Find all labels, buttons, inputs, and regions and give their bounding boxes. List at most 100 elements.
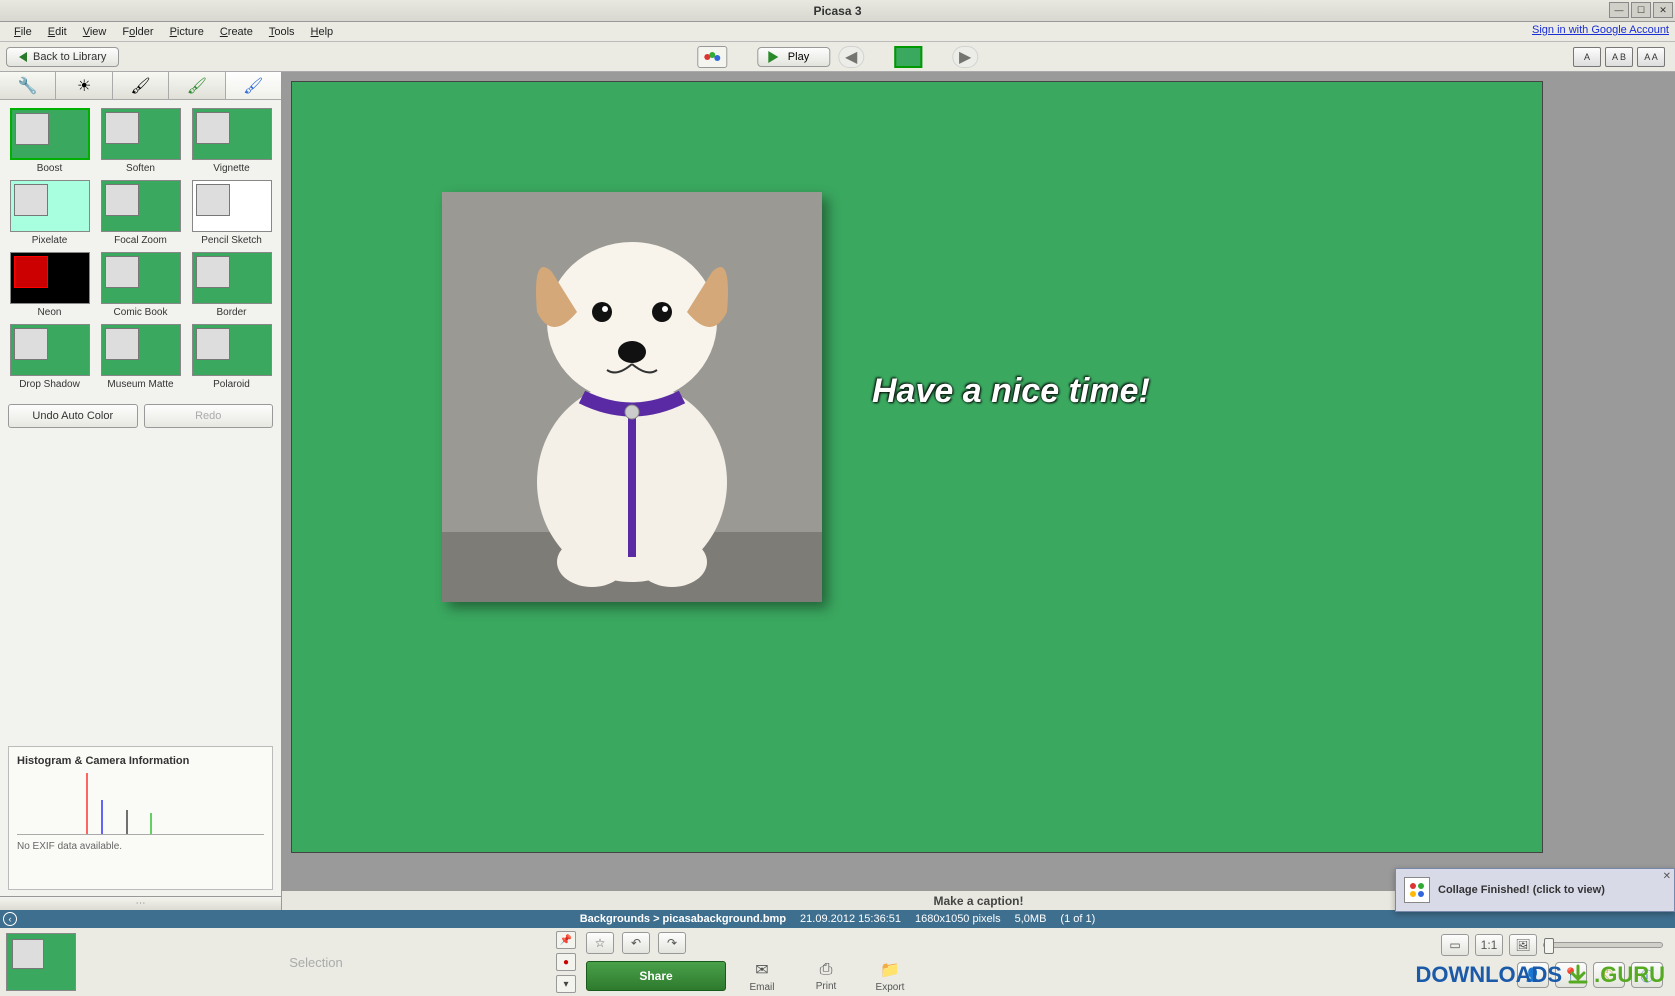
effect-border[interactable]: Border [190, 252, 273, 318]
next-button[interactable]: ▶ [952, 46, 978, 68]
effect-focal-zoom[interactable]: Focal Zoom [99, 180, 182, 246]
tab-brush2[interactable]: 🖌 [169, 72, 225, 99]
effect-polaroid[interactable]: Polaroid [190, 324, 273, 390]
effect-thumb [101, 252, 181, 304]
star-button[interactable]: ☆ [586, 932, 614, 954]
text-style-3[interactable]: A A [1637, 47, 1665, 67]
fit-button[interactable]: ▭ [1441, 934, 1469, 956]
effect-pixelate[interactable]: Pixelate [8, 180, 91, 246]
rotate-right-button[interactable]: ↷ [658, 932, 686, 954]
pin-button[interactable]: 📌 [556, 931, 576, 949]
effect-label: Drop Shadow [19, 379, 80, 390]
notification-toast[interactable]: Collage Finished! (click to view) ✕ [1395, 868, 1675, 912]
watermark: DOWNLOADS .GURU [1415, 962, 1665, 988]
tab-brush1[interactable]: 🖌 [113, 72, 169, 99]
tab-light[interactable]: ☀ [56, 72, 112, 99]
effect-thumb [101, 324, 181, 376]
record-button[interactable]: ● [556, 953, 576, 971]
info-date: 21.09.2012 15:36:51 [800, 913, 901, 925]
rotate-left-button[interactable]: ↶ [622, 932, 650, 954]
effect-thumb [192, 252, 272, 304]
sidebar-collapse-handle[interactable]: ⋯ [0, 896, 281, 910]
effect-soften[interactable]: Soften [99, 108, 182, 174]
effect-drop-shadow[interactable]: Drop Shadow [8, 324, 91, 390]
actual-size-button[interactable]: 1:1 [1475, 934, 1503, 956]
play-icon [768, 51, 778, 63]
share-button[interactable]: Share [586, 961, 726, 991]
histogram-panel: Histogram & Camera Information No EXIF d… [8, 746, 273, 890]
redo-button[interactable]: Redo [144, 404, 274, 428]
caption-prompt: Make a caption! [933, 894, 1023, 908]
menu-view[interactable]: View [75, 24, 115, 40]
undo-button[interactable]: Undo Auto Color [8, 404, 138, 428]
info-left-icon[interactable]: ‹ [3, 912, 17, 926]
effect-museum-matte[interactable]: Museum Matte [99, 324, 182, 390]
email-action[interactable]: ✉ Email [734, 960, 790, 993]
back-to-library-button[interactable]: Back to Library [6, 47, 119, 67]
minimize-button[interactable]: — [1609, 2, 1629, 18]
effect-thumb [101, 180, 181, 232]
titlebar: Picasa 3 — ☐ ✕ [0, 0, 1675, 22]
effect-pencil-sketch[interactable]: Pencil Sketch [190, 180, 273, 246]
effect-label: Museum Matte [107, 379, 173, 390]
print-action[interactable]: ⎙ Print [798, 961, 854, 992]
signin-link[interactable]: Sign in with Google Account [1532, 24, 1669, 36]
info-index: (1 of 1) [1060, 913, 1095, 925]
histogram-title: Histogram & Camera Information [17, 755, 264, 767]
tab-wrench[interactable]: 🔧 [0, 72, 56, 99]
effect-thumb [10, 324, 90, 376]
menu-tools[interactable]: Tools [261, 24, 303, 40]
maximize-button[interactable]: ☐ [1631, 2, 1651, 18]
menu-folder[interactable]: Folder [114, 24, 161, 40]
watermark-b: .GURU [1594, 962, 1665, 988]
back-label: Back to Library [33, 51, 106, 63]
effect-thumb [10, 180, 90, 232]
brush-blue-icon: 🖌 [243, 76, 263, 96]
prev-button[interactable]: ◀ [838, 46, 864, 68]
brush-icon: 🖌 [130, 76, 150, 96]
exif-text: No EXIF data available. [17, 841, 264, 852]
palette-icon [703, 50, 721, 64]
canvas[interactable]: Have a nice time! [282, 72, 1675, 890]
menu-edit[interactable]: Edit [40, 24, 75, 40]
canvas-caption-text[interactable]: Have a nice time! [872, 372, 1150, 411]
effect-label: Pencil Sketch [201, 235, 262, 246]
zoom-slider[interactable] [1543, 942, 1663, 948]
play-group: Play ◀ [757, 46, 864, 68]
menu-create[interactable]: Create [212, 24, 261, 40]
effect-label: Focal Zoom [114, 235, 167, 246]
filmstrip-thumbnail[interactable] [894, 46, 922, 68]
notification-close-icon[interactable]: ✕ [1663, 871, 1671, 882]
menu-help[interactable]: Help [303, 24, 342, 40]
info-dims: 1680x1050 pixels [915, 913, 1001, 925]
menu-picture[interactable]: Picture [162, 24, 212, 40]
effect-thumb [192, 180, 272, 232]
tray-button[interactable]: ▾ [556, 975, 576, 993]
print-label: Print [816, 981, 837, 992]
selection-thumbnail[interactable] [6, 933, 76, 991]
menu-file[interactable]: File [6, 24, 40, 40]
effect-boost[interactable]: Boost [8, 108, 91, 174]
close-button[interactable]: ✕ [1653, 2, 1673, 18]
effect-neon[interactable]: Neon [8, 252, 91, 318]
effect-comic-book[interactable]: Comic Book [99, 252, 182, 318]
effect-vignette[interactable]: Vignette [190, 108, 273, 174]
effect-label: Pixelate [32, 235, 68, 246]
photo-tray-button[interactable]: 🖼 [1509, 934, 1537, 956]
text-style-2[interactable]: A B [1605, 47, 1633, 67]
play-label: Play [788, 51, 809, 63]
text-style-group: A A B A A [1573, 47, 1665, 67]
window-controls: — ☐ ✕ [1609, 2, 1673, 18]
tab-brush3[interactable]: 🖌 [226, 72, 281, 99]
effect-thumb [10, 108, 90, 160]
zoom-knob[interactable] [1544, 938, 1554, 954]
effect-thumb [10, 252, 90, 304]
export-label: Export [876, 982, 905, 993]
effect-thumb [192, 108, 272, 160]
embedded-photo [442, 192, 822, 602]
palette-button[interactable] [697, 46, 727, 68]
text-style-1[interactable]: A [1573, 47, 1601, 67]
play-button[interactable]: Play [757, 47, 830, 67]
toolbar: Back to Library Play ◀ ▶ A A B A A [0, 42, 1675, 72]
export-action[interactable]: 📁 Export [862, 960, 918, 993]
